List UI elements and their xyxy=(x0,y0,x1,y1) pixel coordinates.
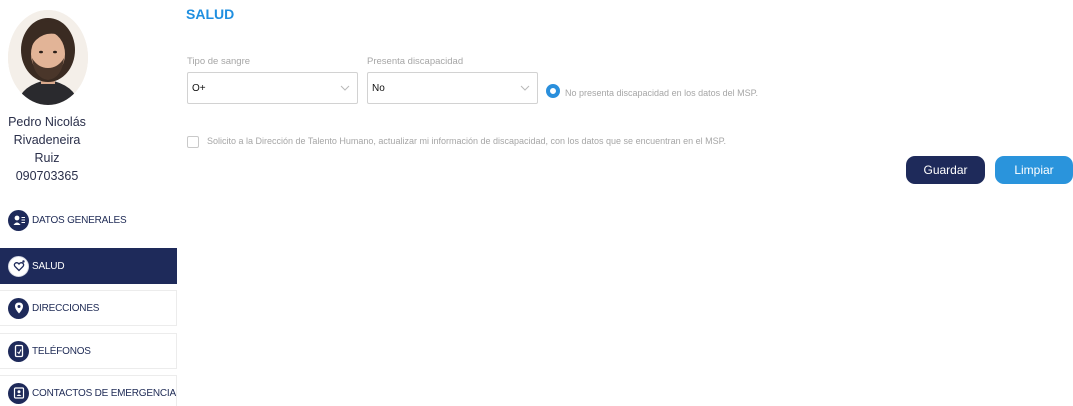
sidebar-item-contactos-emergencia[interactable]: CONTACTOS DE EMERGENCIA xyxy=(0,375,177,406)
phone-icon xyxy=(8,340,29,362)
sidebar: Pedro Nicolás Rivadeneira Ruiz 090703365… xyxy=(0,0,178,406)
avatar xyxy=(8,10,88,105)
msp-update-checkbox[interactable] xyxy=(187,136,199,148)
contact-book-icon xyxy=(8,382,29,404)
user-id-number: 090703365 xyxy=(15,169,79,183)
clear-button[interactable]: Limpiar xyxy=(995,156,1073,184)
blood-type-select[interactable]: O+ xyxy=(187,72,358,104)
disability-value: No xyxy=(372,82,385,94)
chevron-down-icon xyxy=(520,85,530,91)
user-second-line: Rivadeneira Ruiz xyxy=(13,133,81,165)
person-card-icon xyxy=(8,209,29,231)
user-first-line: Pedro Nicolás xyxy=(8,115,86,129)
info-indicator-icon xyxy=(546,84,560,98)
profile-photo xyxy=(8,10,88,105)
sidebar-item-label: DATOS GENERALES xyxy=(32,214,127,226)
sidebar-item-label: DIRECCIONES xyxy=(32,302,100,314)
sidebar-item-telefonos[interactable]: TELÉFONOS xyxy=(0,333,177,369)
sidebar-item-label: CONTACTOS DE EMERGENCIA xyxy=(32,387,176,399)
msp-update-label: Solicito a la Dirección de Talento Human… xyxy=(207,136,726,146)
blood-type-label: Tipo de sangre xyxy=(187,56,251,67)
disability-select[interactable]: No xyxy=(367,72,538,104)
page-title: SALUD xyxy=(186,6,235,22)
map-pin-icon xyxy=(8,297,29,319)
sidebar-item-direcciones[interactable]: DIRECCIONES xyxy=(0,290,177,326)
chevron-down-icon xyxy=(340,85,350,91)
msp-info-text: No presenta discapacidad en los datos de… xyxy=(565,88,758,98)
sidebar-item-label: TELÉFONOS xyxy=(32,345,91,357)
sidebar-item-label: SALUD xyxy=(32,260,65,272)
save-button[interactable]: Guardar xyxy=(906,156,985,184)
disability-label: Presenta discapacidad xyxy=(367,56,464,67)
sidebar-item-salud[interactable]: SALUD xyxy=(0,248,177,284)
sidebar-item-datos-generales[interactable]: DATOS GENERALES xyxy=(0,202,177,238)
stethoscope-heart-icon xyxy=(8,255,29,277)
blood-type-value: O+ xyxy=(192,82,206,94)
user-name: Pedro Nicolás Rivadeneira Ruiz 090703365 xyxy=(0,113,94,185)
